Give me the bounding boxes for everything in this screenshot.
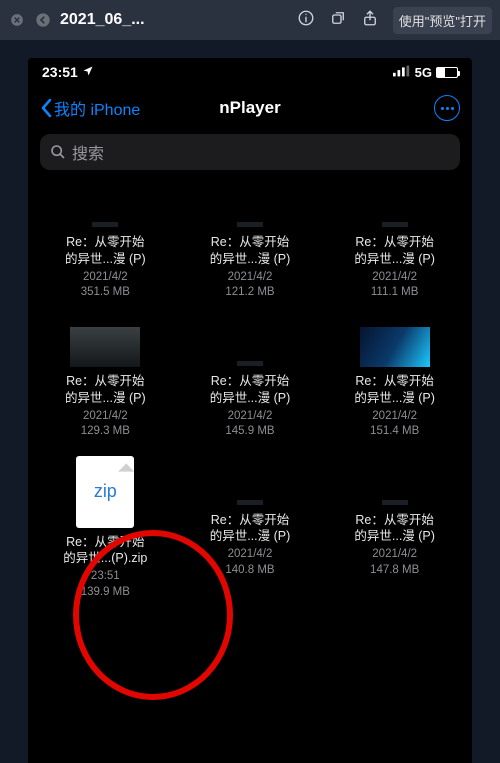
- zip-label: zip: [94, 481, 117, 502]
- phone-screen: 23:51 5G 我的 iPhone nPlayer: [28, 58, 472, 763]
- file-name: Re：从零开始的异世...漫 (P): [354, 512, 435, 546]
- share-icon[interactable]: [361, 9, 379, 32]
- tab-back-icon[interactable]: [34, 11, 52, 29]
- file-item-zip[interactable]: zip Re：从零开始的异世...(P).zip23:51139.9 MB: [34, 458, 177, 615]
- file-name: Re：从零开始的异世...漫 (P): [65, 234, 146, 268]
- file-name: Re：从零开始的异世...漫 (P): [354, 234, 435, 268]
- file-item[interactable]: Re：从零开始的异世...漫 (P)2021/4/2145.9 MB: [179, 319, 322, 454]
- status-time: 23:51: [42, 64, 78, 80]
- video-thumbnail: [215, 466, 285, 506]
- file-name: Re：从零开始的异世...漫 (P): [354, 373, 435, 407]
- back-label: 我的 iPhone: [54, 96, 140, 120]
- phone-viewport: 23:51 5G 我的 iPhone nPlayer: [0, 40, 500, 763]
- file-meta: 2021/4/2151.4 MB: [370, 409, 419, 440]
- search-icon: [50, 144, 66, 160]
- file-meta: 2021/4/2129.3 MB: [81, 409, 130, 440]
- file-name: Re：从零开始的异世...漫 (P): [65, 373, 146, 407]
- video-thumbnail: [70, 327, 140, 367]
- file-meta: 23:51139.9 MB: [81, 569, 130, 600]
- battery-icon: [436, 67, 458, 78]
- file-grid: Re：从零开始的异世...漫 (P)2021/4/2351.5 MBRe：从零开…: [28, 170, 472, 614]
- window-tab-bar: 2021_06_... 使用"预览"打开: [0, 0, 500, 40]
- status-bar: 23:51 5G: [28, 58, 472, 86]
- zip-icon: zip: [76, 456, 134, 528]
- file-meta: 2021/4/2351.5 MB: [81, 270, 130, 301]
- file-meta: 2021/4/2145.9 MB: [225, 409, 274, 440]
- open-external-icon[interactable]: [329, 9, 347, 32]
- search-input[interactable]: 搜索: [40, 134, 460, 170]
- video-thumbnail: [360, 466, 430, 506]
- file-item[interactable]: Re：从零开始的异世...漫 (P)2021/4/2147.8 MB: [323, 458, 466, 615]
- file-item[interactable]: Re：从零开始的异世...漫 (P)2021/4/2151.4 MB: [323, 319, 466, 454]
- more-icon: [441, 107, 454, 110]
- signal-icon: [393, 65, 411, 80]
- location-icon: [82, 64, 94, 80]
- nav-title: nPlayer: [219, 98, 280, 118]
- back-button[interactable]: 我的 iPhone: [40, 96, 140, 120]
- close-tab-icon[interactable]: [8, 11, 26, 29]
- file-meta: 2021/4/2121.2 MB: [225, 270, 274, 301]
- tab-title: 2021_06_...: [60, 11, 145, 29]
- file-name: Re：从零开始的异世...漫 (P): [210, 234, 291, 268]
- toolbar-icons: 使用"预览"打开: [297, 7, 492, 34]
- file-name: Re：从零开始的异世...(P).zip: [63, 534, 147, 568]
- file-meta: 2021/4/2147.8 MB: [370, 547, 419, 578]
- file-item[interactable]: Re：从零开始的异世...漫 (P)2021/4/2351.5 MB: [34, 180, 177, 315]
- file-item[interactable]: Re：从零开始的异世...漫 (P)2021/4/2121.2 MB: [179, 180, 322, 315]
- file-name: Re：从零开始的异世...漫 (P): [210, 512, 291, 546]
- open-with-preview-button[interactable]: 使用"预览"打开: [393, 7, 492, 34]
- nav-bar: 我的 iPhone nPlayer: [28, 86, 472, 130]
- tab: 2021_06_...: [8, 11, 145, 29]
- network-label: 5G: [415, 65, 432, 80]
- video-thumbnail: [360, 188, 430, 228]
- video-thumbnail: [215, 327, 285, 367]
- video-thumbnail: [360, 327, 430, 367]
- more-button[interactable]: [434, 95, 460, 121]
- file-name: Re：从零开始的异世...漫 (P): [210, 373, 291, 407]
- file-meta: 2021/4/2140.8 MB: [225, 547, 274, 578]
- search-placeholder: 搜索: [72, 140, 104, 164]
- file-item[interactable]: Re：从零开始的异世...漫 (P)2021/4/2140.8 MB: [179, 458, 322, 615]
- file-item[interactable]: Re：从零开始的异世...漫 (P)2021/4/2111.1 MB: [323, 180, 466, 315]
- video-thumbnail: [215, 188, 285, 228]
- video-thumbnail: [70, 188, 140, 228]
- file-meta: 2021/4/2111.1 MB: [371, 270, 419, 301]
- info-icon[interactable]: [297, 9, 315, 32]
- file-item[interactable]: Re：从零开始的异世...漫 (P)2021/4/2129.3 MB: [34, 319, 177, 454]
